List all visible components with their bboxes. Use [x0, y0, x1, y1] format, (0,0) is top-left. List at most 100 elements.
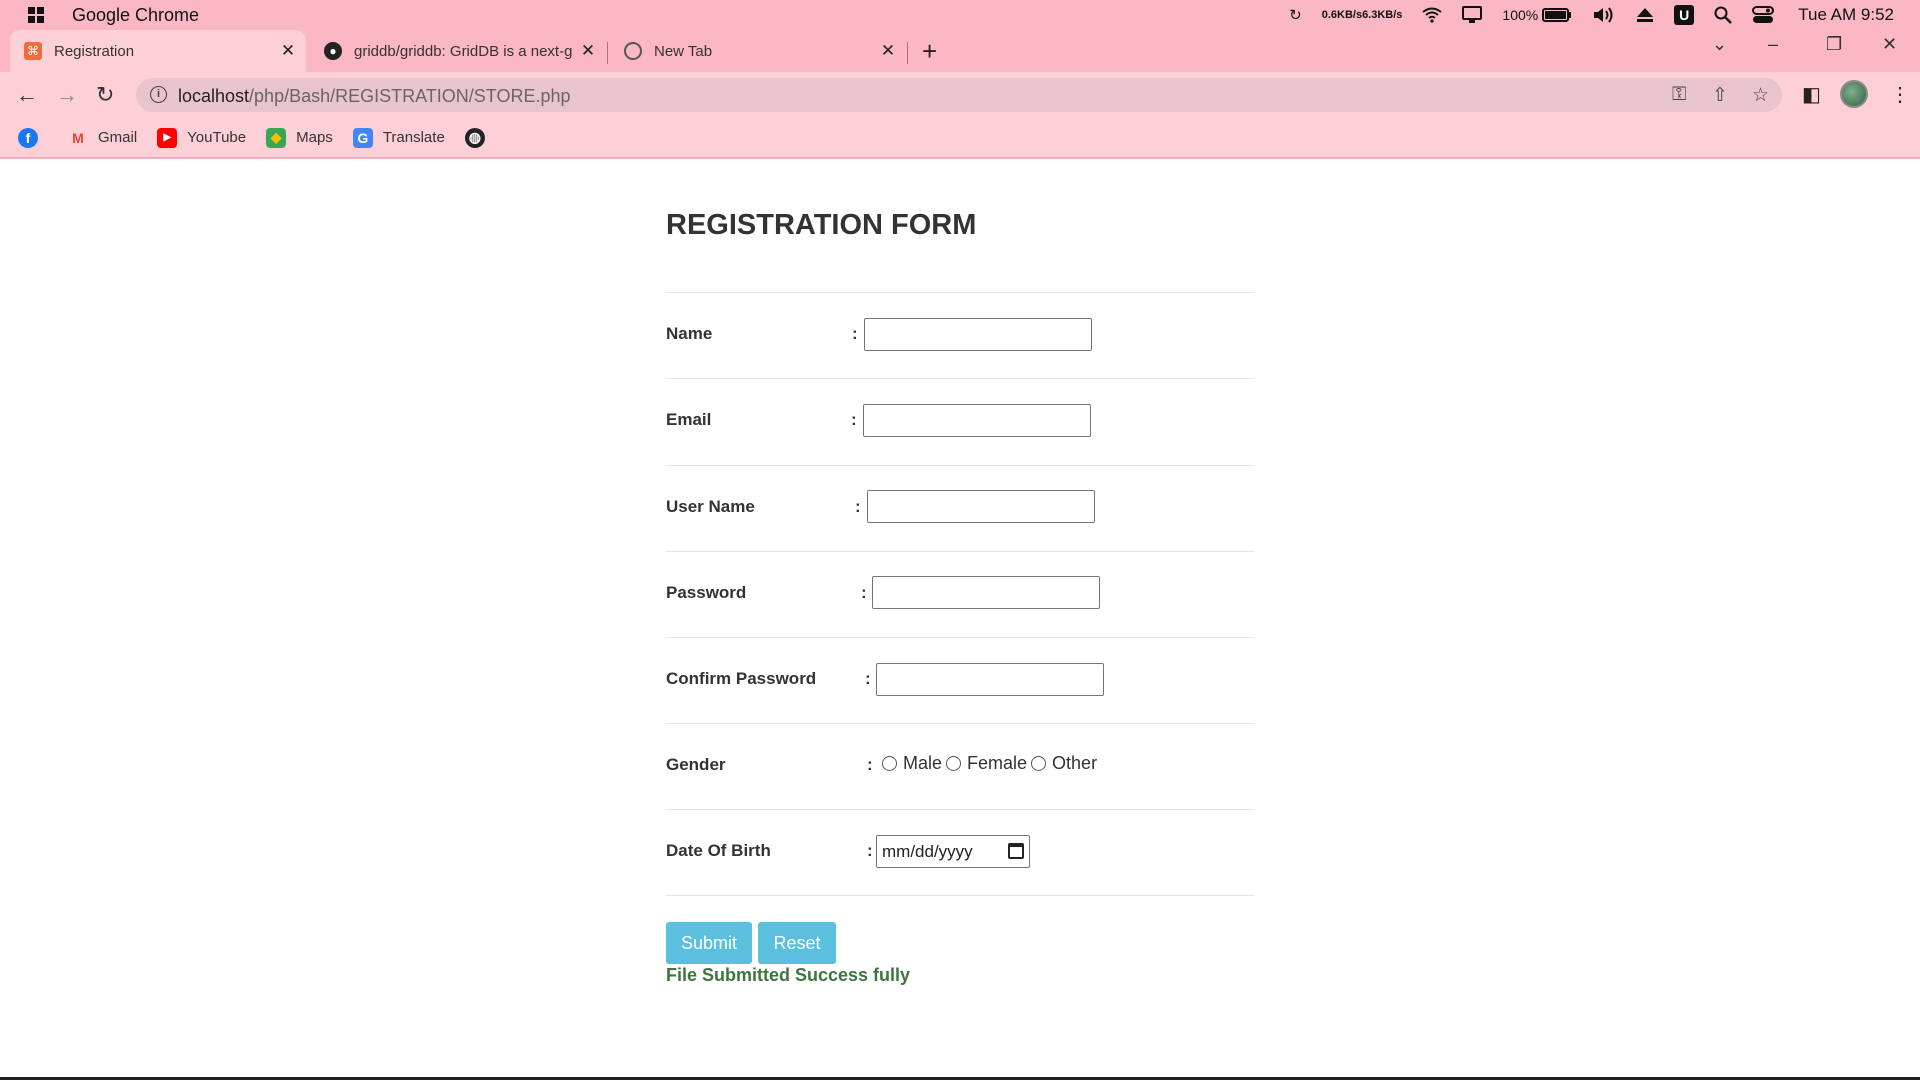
bookmark-gmail[interactable]: M Gmail	[68, 128, 137, 148]
menu-icon[interactable]: ⋮	[1890, 82, 1910, 107]
maps-icon: ◆	[266, 127, 287, 148]
email-label: Email	[666, 410, 712, 429]
dob-label: Date Of Birth	[666, 841, 771, 860]
bookmark-youtube[interactable]: ▶ YouTube	[157, 127, 246, 148]
side-panel-icon[interactable]: ◧	[1802, 82, 1821, 107]
translate-icon: G	[352, 127, 373, 148]
submit-button[interactable]: Submit	[666, 922, 752, 964]
close-icon[interactable]: ✕	[578, 41, 598, 61]
colon: :	[861, 583, 867, 602]
url-path: /php/Bash/REGISTRATION/STORE.php	[249, 86, 571, 106]
address-toolbar: ← → ↻ i localhost/php/Bash/REGISTRATION/…	[0, 72, 1920, 118]
restore-button[interactable]: ❐	[1826, 34, 1842, 55]
status-message: File Submitted Success fully	[666, 965, 911, 985]
browser-chrome: Google Chrome ↻ 0.6KB/s 6.3KB/s 100% U T…	[0, 0, 1920, 159]
divider	[666, 809, 1254, 810]
colon: :	[867, 841, 873, 860]
display-icon[interactable]	[1462, 6, 1483, 24]
tab-github[interactable]: ● griddb/griddb: GridDB is a next-g ✕	[310, 30, 606, 72]
confirm-password-label: Confirm Password	[666, 669, 817, 688]
colon: :	[867, 755, 873, 774]
windows-start-icon[interactable]	[28, 7, 44, 23]
username-label: User Name	[666, 497, 755, 516]
bookmark-label: Translate	[382, 129, 445, 146]
key-icon[interactable]: ⚿	[1672, 84, 1686, 106]
divider	[666, 292, 1254, 293]
divider	[666, 895, 1254, 896]
reload-button[interactable]: ↻	[96, 82, 114, 108]
active-app-title: Google Chrome	[72, 5, 200, 25]
close-icon[interactable]: ✕	[878, 41, 898, 61]
bookmark-label: Gmail	[98, 129, 138, 146]
calendar-icon[interactable]	[1008, 843, 1024, 859]
colon: :	[852, 324, 858, 343]
colon: :	[865, 669, 871, 688]
address-bar[interactable]: i localhost/php/Bash/REGISTRATION/STORE.…	[136, 78, 1782, 112]
new-tab-button[interactable]: +	[922, 36, 937, 67]
bookmark-facebook[interactable]: f	[18, 127, 48, 148]
divider	[666, 723, 1254, 724]
gender-male-label: Male	[903, 753, 943, 773]
colon: :	[851, 410, 857, 429]
bookmark-star-icon[interactable]: ☆	[1752, 84, 1769, 107]
bookmark-maps[interactable]: ◆ Maps	[266, 127, 333, 148]
bookmarks-bar: f M Gmail ▶ YouTube ◆ Maps G Translate ◍	[0, 118, 1920, 158]
wifi-icon[interactable]	[1422, 7, 1443, 23]
battery-status[interactable]: 100%	[1502, 7, 1572, 23]
os-top-bar: Google Chrome ↻ 0.6KB/s 6.3KB/s 100% U T…	[0, 0, 1920, 30]
net-download: 6.3KB/s	[1362, 8, 1403, 21]
toggle-icon[interactable]	[1752, 6, 1775, 24]
divider	[666, 465, 1254, 466]
close-icon[interactable]: ✕	[278, 41, 298, 61]
gender-options: Male Female Other	[878, 753, 1097, 774]
github-icon: ●	[324, 42, 342, 60]
colon: :	[855, 497, 861, 516]
system-clock: Tue AM 9:52	[1798, 5, 1894, 24]
u-app-icon[interactable]: U	[1674, 5, 1695, 25]
tab-new-tab[interactable]: New Tab ✕	[610, 30, 906, 72]
date-of-birth-field[interactable]: mm/dd/yyyy	[876, 835, 1030, 868]
tab-search-icon[interactable]: ⌄	[1712, 34, 1727, 55]
divider	[666, 378, 1254, 379]
username-field[interactable]	[867, 490, 1095, 523]
email-field[interactable]	[863, 404, 1091, 437]
system-tray: ↻ 0.6KB/s 6.3KB/s 100% U Tue AM 9:52	[1279, 0, 1920, 30]
minimize-button[interactable]: –	[1768, 34, 1778, 55]
youtube-icon: ▶	[157, 127, 178, 148]
battery-percent: 100%	[1502, 7, 1539, 23]
gender-female-radio[interactable]	[946, 756, 962, 771]
address-url[interactable]: localhost/php/Bash/REGISTRATION/STORE.ph…	[178, 86, 571, 107]
tab-label: griddb/griddb: GridDB is a next-g	[354, 42, 573, 60]
confirm-password-field[interactable]	[876, 663, 1104, 696]
divider	[666, 551, 1254, 552]
page-content: REGISTRATION FORM Name : Email : User Na…	[0, 159, 1920, 1079]
gender-male-radio[interactable]	[882, 756, 897, 771]
password-field[interactable]	[872, 576, 1100, 609]
reset-button[interactable]: Reset	[758, 922, 836, 964]
bookmark-translate[interactable]: G Translate	[352, 127, 445, 148]
tab-label: New Tab	[654, 42, 713, 60]
facebook-icon: f	[18, 127, 38, 148]
bookmark-label: Maps	[296, 129, 333, 146]
bookmark-globe[interactable]: ◍	[464, 127, 495, 148]
tab-registration[interactable]: ⌘ Registration ✕	[10, 30, 306, 72]
window-close-button[interactable]: ✕	[1882, 34, 1897, 55]
sync-icon[interactable]: ↻	[1289, 6, 1302, 24]
tab-label: Registration	[54, 42, 135, 60]
globe-icon: ◍	[464, 127, 485, 148]
tab-separator	[607, 42, 608, 64]
eject-icon[interactable]	[1636, 7, 1654, 23]
gender-other-radio[interactable]	[1031, 756, 1047, 771]
tab-strip: ⌘ Registration ✕ ● griddb/griddb: GridDB…	[0, 30, 1920, 72]
avatar[interactable]	[1840, 80, 1868, 108]
name-label: Name	[666, 324, 713, 343]
forward-button[interactable]: →	[56, 82, 78, 108]
back-button[interactable]: ←	[16, 82, 38, 108]
site-info-icon[interactable]: i	[150, 86, 167, 103]
name-field[interactable]	[864, 318, 1092, 351]
search-icon[interactable]	[1714, 6, 1733, 24]
gmail-icon: M	[72, 129, 84, 146]
network-speed: 0.6KB/s 6.3KB/s	[1322, 8, 1403, 21]
share-icon[interactable]: ⇧	[1712, 84, 1728, 107]
volume-icon[interactable]	[1592, 6, 1616, 24]
